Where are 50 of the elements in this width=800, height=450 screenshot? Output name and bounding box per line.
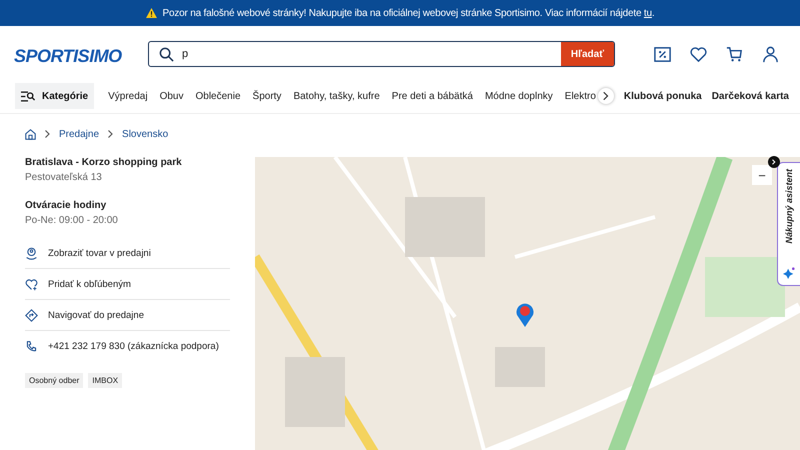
categories-button[interactable]: Kategórie <box>15 83 94 109</box>
nav-link[interactable]: Módne doplnky <box>484 90 553 102</box>
nav-link[interactable]: Oblečenie <box>196 90 241 102</box>
nav-link[interactable]: Výpredaj <box>108 90 148 102</box>
banner-link[interactable]: tu <box>644 8 652 18</box>
phone-icon <box>25 340 38 352</box>
chevron-icon <box>45 130 50 138</box>
heart-icon[interactable] <box>689 44 708 64</box>
breadcrumb-link[interactable]: Slovensko <box>122 128 168 140</box>
user-icon[interactable] <box>761 44 780 64</box>
heart-plus-icon <box>25 278 38 290</box>
discount-icon[interactable] <box>653 44 672 64</box>
chevron-icon <box>771 159 777 165</box>
nav-link[interactable]: Batohy, tašky, kufre <box>293 90 380 102</box>
store-action-link[interactable]: Zobraziť tovar v predajni <box>48 248 151 258</box>
direction-sign-icon <box>25 308 38 322</box>
warning-icon <box>146 8 157 18</box>
chevron-icon <box>108 130 114 138</box>
location-pin-icon <box>515 302 535 328</box>
hours-title: Otváracie hodiny <box>25 200 108 211</box>
store-action-link[interactable]: +421 232 179 830 (zákaznícka podpora) <box>48 340 219 352</box>
nav-link[interactable]: Elektro <box>564 90 596 102</box>
store-address: Pestovateľská 13 <box>25 172 103 183</box>
breadcrumb-link[interactable]: Predajne <box>59 128 100 140</box>
store-action-link[interactable]: Navigovať do predajne <box>48 310 144 320</box>
nav-link[interactable]: Darčeková karta <box>712 90 789 102</box>
search-button[interactable]: Hľadať <box>560 42 614 66</box>
search-icon <box>159 46 174 62</box>
search-field[interactable]: p Hľadať <box>148 41 615 67</box>
scroll-right-button[interactable] <box>598 88 614 104</box>
banner-text: Pozor na falošné webové stránky! Nakupujte iba na oficiálnej webovej stránke Sportisimo. Viac informácií nájdete tu. <box>162 8 654 18</box>
nav-link[interactable]: Klubová ponuka <box>624 90 702 102</box>
shopping-assistant-tab[interactable]: Nákupný asistent <box>777 162 800 286</box>
logo[interactable]: SPORTISIMO <box>14 42 134 66</box>
chevron-icon <box>602 91 609 101</box>
store-name: Bratislava - Korzo shopping park <box>25 157 183 168</box>
collapse-button[interactable] <box>768 156 780 168</box>
zoom-out-button[interactable]: − <box>752 165 772 185</box>
service-tag: Osobný odber <box>25 373 84 388</box>
menu-search-icon <box>21 90 35 102</box>
cart-icon[interactable] <box>725 44 744 64</box>
nav-link[interactable]: Športy <box>252 90 282 102</box>
sparkle-icon <box>783 267 795 279</box>
nav-link[interactable]: Pre deti a bábätká <box>392 90 473 102</box>
opening-hours: Po-Ne: 09:00 - 20:00 <box>25 215 119 226</box>
home-icon[interactable] <box>25 128 36 140</box>
store-action-link[interactable]: Pridať k obľúbeným <box>48 278 131 290</box>
service-tag: IMBOX <box>88 373 122 388</box>
location-person-icon <box>25 246 38 260</box>
nav-link[interactable]: Obuv <box>160 90 184 102</box>
